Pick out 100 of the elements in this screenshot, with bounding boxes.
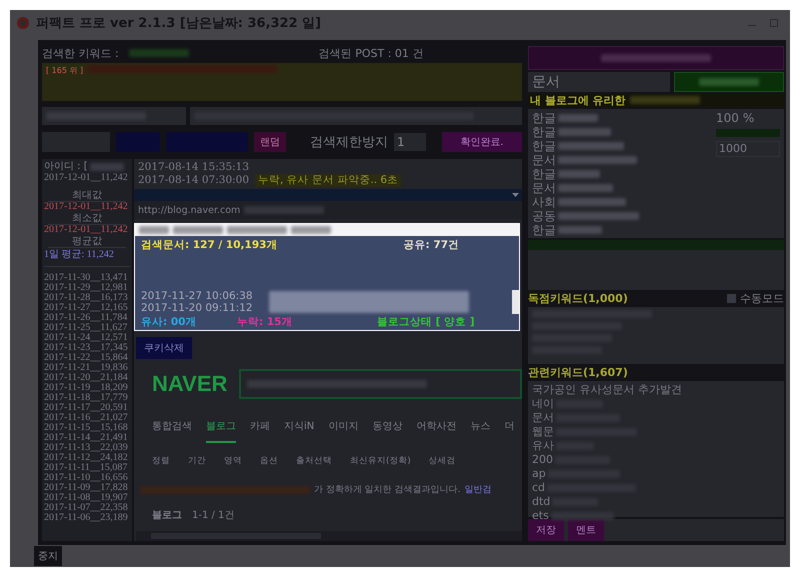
normal-search-link[interactable]: 일반검 — [464, 483, 492, 496]
history-entry: 2017-11-13__22,039 — [44, 443, 129, 453]
keyword-item: 한글 — [532, 166, 556, 181]
history-entry: 2017-11-12__24,182 — [44, 453, 129, 463]
notice-text: 가 정확하게 일치한 검색결과입니다. — [314, 484, 460, 496]
keyword-item: ap — [532, 467, 546, 481]
keyword-field[interactable]: 문서 — [528, 72, 670, 92]
blurred-text — [227, 226, 287, 234]
keyword-item: 한글 — [532, 110, 556, 125]
search-tab[interactable]: 카페 — [250, 419, 270, 443]
filter-option[interactable]: 출처선택 — [296, 455, 332, 467]
app-icon — [16, 16, 30, 30]
search-tab[interactable]: 지식iN — [284, 419, 314, 443]
naver-logo: NAVER — [152, 371, 228, 397]
keyword-item: 한글 — [532, 138, 556, 153]
max-label: 최대값 — [48, 191, 126, 202]
section-title: 블로그 — [152, 509, 182, 522]
search-tab[interactable]: 통합검색 — [152, 419, 192, 443]
history-entry: 2017-11-29__12,981 — [44, 283, 129, 293]
search-tab[interactable]: 동영상 — [372, 419, 402, 443]
delete-cookies-button[interactable]: 쿠키삭제 — [136, 337, 192, 359]
blurred-text — [139, 226, 169, 234]
keyword-item: 웹문 — [532, 425, 554, 439]
filter-option[interactable]: 영역 — [224, 455, 242, 467]
filter-option[interactable]: 옵션 — [260, 455, 278, 467]
confirm-button[interactable]: 확인완료. — [442, 132, 522, 152]
blurred-text — [630, 96, 700, 104]
text-field[interactable] — [190, 107, 522, 125]
blog-status: 블로그상태 [ 양호 ] — [377, 315, 475, 329]
min-label: 최소값 — [48, 214, 126, 225]
keyword-item: 한글 — [532, 124, 556, 139]
average-label: 평균값 — [48, 237, 126, 248]
caret-icon[interactable] — [512, 193, 519, 197]
history-entry: 2017-11-24__12,571 — [44, 333, 129, 343]
history-entry: 2017-11-10__16,656 — [44, 473, 129, 483]
keyword-item: 문서 — [532, 180, 556, 195]
filter-option[interactable]: 기간 — [188, 455, 206, 467]
history-entry: 2017-11-09__17,828 — [44, 483, 129, 493]
search-tab[interactable]: 뉴스 — [470, 419, 490, 443]
blurred-text — [173, 226, 223, 234]
search-tab[interactable]: 더 — [504, 419, 514, 443]
action-button[interactable] — [116, 132, 160, 152]
text-field[interactable] — [42, 107, 186, 125]
save-button[interactable]: 저장 — [528, 519, 564, 541]
id-label: 아이디 : [ — [44, 161, 88, 173]
filter-option[interactable]: 정렬 — [152, 455, 170, 467]
daily-average: 1일 평균: 11,242 — [44, 250, 130, 267]
filter-option[interactable]: 상세검 — [428, 455, 456, 467]
blurred-text — [558, 184, 613, 192]
history-entry: 2017-11-18__17,779 — [44, 393, 129, 403]
exclusive-keywords-title: 독점키워드(1,000) — [528, 290, 628, 306]
history-entry: 2017-11-08__19,907 — [44, 493, 129, 503]
blurred-text — [699, 78, 759, 86]
count-field[interactable]: 1000 — [716, 140, 780, 157]
missing-count: 누락: 15개 — [237, 315, 294, 329]
search-field[interactable] — [239, 369, 522, 399]
history-entry: 2017-11-25__11,627 — [44, 323, 128, 333]
action-button[interactable] — [528, 46, 784, 70]
post-time: 2017-11-20 09:11:12 — [141, 302, 253, 314]
history-entry: 2017-11-22__15,864 — [44, 353, 129, 363]
limit-label: 검색제한방지 — [310, 134, 388, 151]
history-entry: 2017-11-27__12,165 — [44, 303, 129, 313]
keyword-item: 네이 — [532, 397, 554, 411]
post-count: 검색된 POST : 01 건 — [318, 46, 424, 60]
history-entry: 2017-11-20__21,184 — [44, 373, 129, 383]
log-time: 2017-08-14 15:35:13 — [138, 161, 250, 174]
keyword-item: 국가공인 유사성문서 추가발견 — [532, 383, 682, 397]
random-button[interactable]: 랜덤 — [254, 132, 286, 152]
search-tab[interactable]: 블로그 — [206, 419, 236, 443]
percent-unit: % — [742, 110, 754, 125]
history-entry: 2017-11-17__20,591 — [44, 403, 129, 413]
action-button[interactable] — [166, 132, 248, 152]
limit-spinner[interactable]: 1 — [394, 133, 426, 151]
result-count: 1-1 / 1건 — [192, 509, 234, 522]
checkbox[interactable] — [727, 294, 736, 303]
keyword-item: cd — [532, 481, 546, 495]
history-entry: 2017-11-26__11,784 — [44, 313, 128, 323]
history-entry: 2017-11-11__15,087 — [44, 463, 128, 473]
keyword-item: 사회 — [532, 194, 556, 209]
keyword-item: 한글 — [532, 222, 556, 237]
search-keyword-button[interactable] — [674, 72, 784, 92]
search-tab[interactable]: 어학사전 — [416, 419, 456, 443]
history-entry: 2017-11-16__21,027 — [44, 413, 129, 423]
maximize-icon[interactable] — [770, 19, 778, 27]
blurred-text — [90, 163, 124, 171]
stop-button[interactable]: 중지 — [34, 546, 62, 566]
comment-button[interactable]: 멘트 — [568, 519, 604, 541]
history-entry: 2017-11-06__23,189 — [44, 513, 129, 523]
history-entry: 2017-11-19__18,209 — [44, 383, 129, 393]
blurred-text — [128, 49, 189, 57]
filter-option[interactable]: 최신유지(정확) — [350, 455, 411, 467]
blurred-text — [558, 226, 602, 234]
blurred-text — [558, 198, 626, 206]
history-entry: 2017-11-23__17,345 — [44, 343, 129, 353]
keyword-item: 유사 — [532, 439, 554, 453]
blurred-text — [291, 226, 331, 234]
history-entry: 2017-11-30__13,471 — [44, 273, 129, 283]
keyword-item: 문서 — [532, 411, 554, 425]
search-tab[interactable]: 이미지 — [328, 419, 358, 443]
max-count: 2017-12-01__11,242 — [44, 202, 129, 212]
